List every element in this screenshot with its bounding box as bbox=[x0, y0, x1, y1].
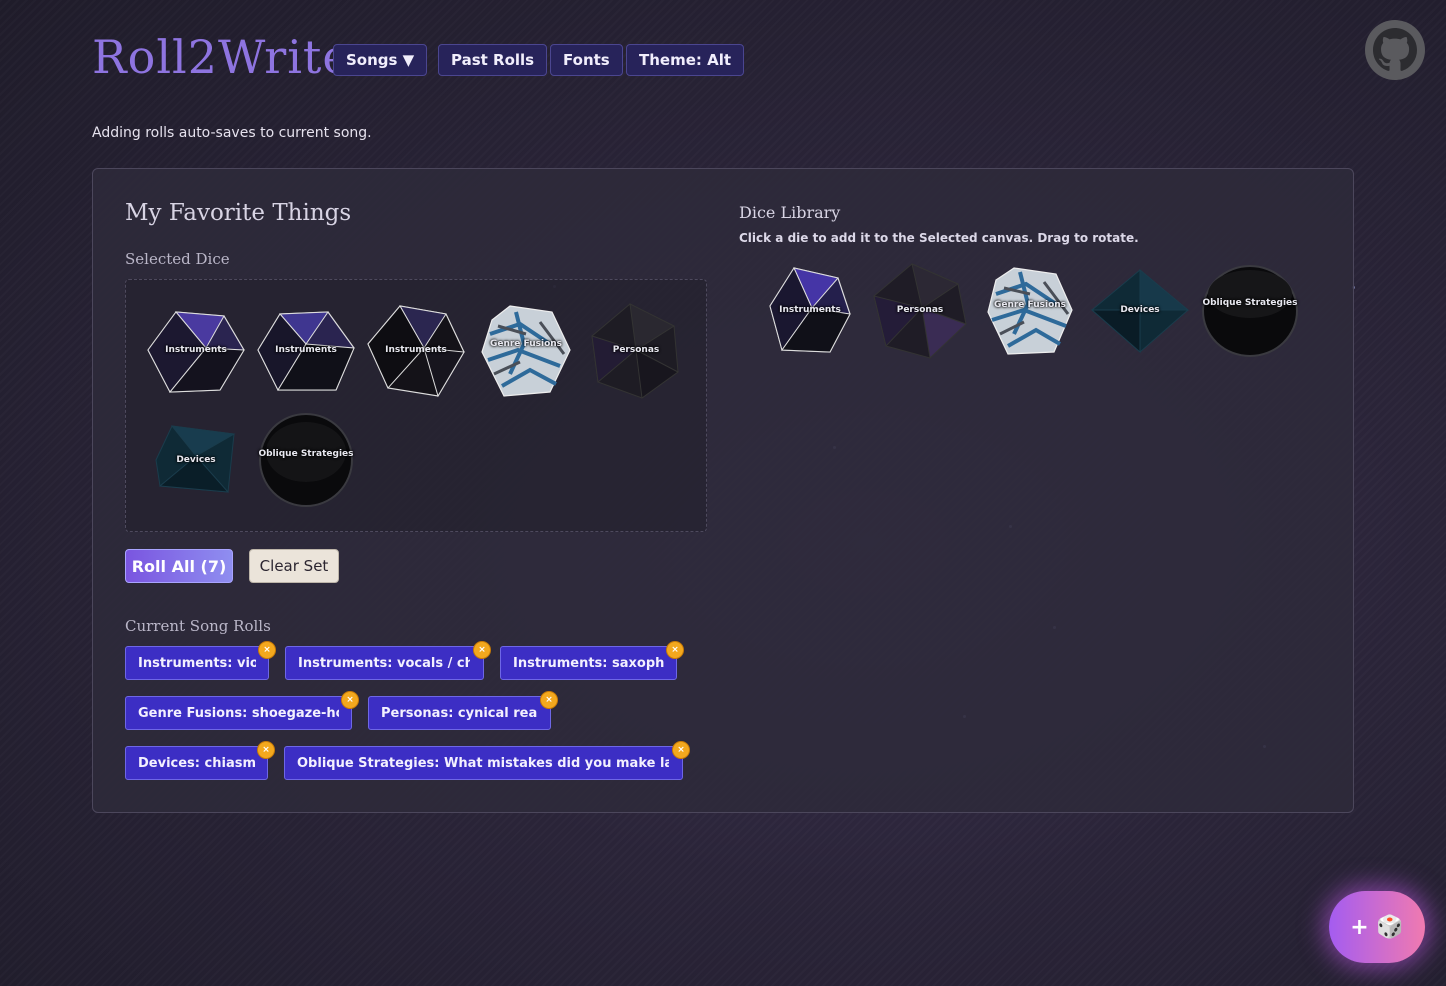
github-link[interactable] bbox=[1365, 20, 1425, 80]
die-label: Oblique Strategies bbox=[258, 449, 354, 459]
library-die-instruments[interactable]: Instruments bbox=[768, 266, 852, 356]
die-label: Instruments bbox=[275, 345, 337, 355]
roll-chip[interactable]: Instruments: violin × bbox=[125, 641, 276, 680]
remove-roll-button[interactable]: × bbox=[257, 741, 275, 759]
theme-toggle-button[interactable]: Theme: Alt bbox=[626, 44, 745, 76]
roll-chip[interactable]: Oblique Strategies: What mistakes did yo… bbox=[284, 741, 690, 780]
selected-die-instruments[interactable]: Instruments bbox=[366, 304, 466, 398]
selected-die-instruments[interactable]: Instruments bbox=[256, 308, 356, 394]
die-label: Oblique Strategies bbox=[1202, 298, 1298, 308]
roll-chip[interactable]: Instruments: vocals / choir × bbox=[285, 641, 491, 680]
roll-chip-text: Devices: chiasmus bbox=[138, 755, 255, 771]
die-label: Instruments bbox=[165, 345, 227, 355]
selected-die-instruments[interactable]: Instruments bbox=[146, 308, 246, 394]
song-title: My Favorite Things bbox=[125, 200, 352, 226]
library-die-oblique-strategies[interactable]: Oblique Strategies bbox=[1201, 264, 1299, 358]
library-die-devices[interactable]: Devices bbox=[1090, 268, 1190, 354]
remove-roll-button[interactable]: × bbox=[258, 641, 276, 659]
selected-die-genre-fusions[interactable]: Genre Fusions bbox=[480, 304, 572, 398]
die-label: Genre Fusions bbox=[993, 300, 1067, 310]
dice-library-hint: Click a die to add it to the Selected ca… bbox=[739, 231, 1139, 245]
library-die-personas[interactable]: Personas bbox=[872, 262, 968, 360]
roll-chip-text: Instruments: violin bbox=[138, 655, 256, 671]
current-song-rolls-heading: Current Song Rolls bbox=[125, 617, 271, 635]
roll-chip-text: Personas: cynical realist bbox=[381, 705, 538, 721]
app-logo[interactable]: Roll2Write bbox=[92, 30, 351, 84]
roll-chip[interactable]: Genre Fusions: shoegaze-house × bbox=[125, 691, 359, 730]
dice-library-heading: Dice Library bbox=[739, 203, 841, 222]
selected-die-personas[interactable]: Personas bbox=[590, 302, 682, 400]
remove-roll-button[interactable]: × bbox=[666, 641, 684, 659]
fonts-button[interactable]: Fonts bbox=[550, 44, 623, 76]
github-icon bbox=[1373, 28, 1417, 71]
clear-set-button[interactable]: Clear Set bbox=[249, 549, 339, 583]
die-label: Personas bbox=[896, 305, 944, 315]
roll-chip-text: Instruments: vocals / choir bbox=[298, 655, 470, 671]
die-label: Instruments bbox=[779, 305, 841, 315]
die-label: Devices bbox=[1120, 305, 1160, 315]
die-label: Instruments bbox=[385, 345, 447, 355]
die-label: Devices bbox=[176, 455, 216, 465]
roll-chip[interactable]: Personas: cynical realist × bbox=[368, 691, 558, 730]
selected-dice-heading: Selected Dice bbox=[125, 250, 230, 268]
remove-roll-button[interactable]: × bbox=[672, 741, 690, 759]
selected-die-oblique-strategies[interactable]: Oblique Strategies bbox=[258, 412, 354, 508]
library-die-genre-fusions[interactable]: Genre Fusions bbox=[986, 266, 1074, 356]
songs-dropdown-button[interactable]: Songs ▼ bbox=[333, 44, 428, 76]
roll-chip-text: Instruments: saxophone bbox=[513, 655, 664, 671]
roll-all-button[interactable]: Roll All (7) bbox=[125, 549, 233, 583]
roll-chip[interactable]: Instruments: saxophone × bbox=[500, 641, 684, 680]
remove-roll-button[interactable]: × bbox=[473, 641, 491, 659]
roll-chip[interactable]: Devices: chiasmus × bbox=[125, 741, 275, 780]
autosave-notice: Adding rolls auto-saves to current song. bbox=[92, 125, 372, 141]
remove-roll-button[interactable]: × bbox=[540, 691, 558, 709]
add-die-fab[interactable]: + 🎲 bbox=[1329, 891, 1425, 963]
roll-chip-text: Genre Fusions: shoegaze-house bbox=[138, 705, 339, 721]
past-rolls-button[interactable]: Past Rolls bbox=[438, 44, 548, 76]
roll-chip-text: Oblique Strategies: What mistakes did yo… bbox=[297, 755, 669, 771]
selected-die-devices[interactable]: Devices bbox=[152, 420, 240, 500]
die-label: Genre Fusions bbox=[489, 339, 563, 349]
remove-roll-button[interactable]: × bbox=[341, 691, 359, 709]
die-label: Personas bbox=[612, 345, 660, 355]
